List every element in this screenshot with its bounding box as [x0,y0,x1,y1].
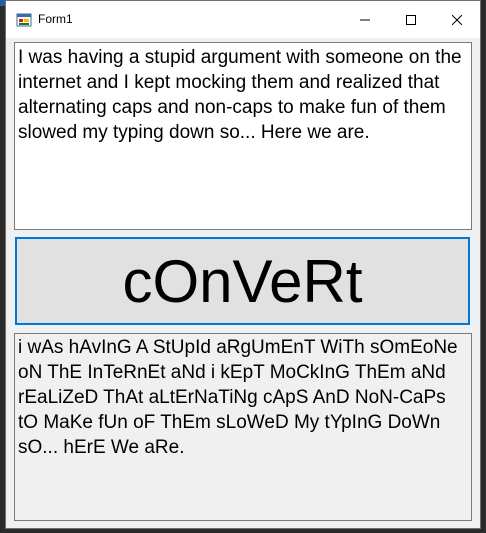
close-icon [452,14,462,25]
minimize-button[interactable] [342,1,388,38]
title-bar[interactable]: Form1 [6,1,480,38]
input-textbox[interactable]: I was having a stupid argument with some… [14,42,472,230]
maximize-icon [406,14,416,25]
minimize-icon [360,19,370,20]
form-app-icon [16,12,32,28]
window-title: Form1 [38,12,73,26]
output-textbox[interactable]: i wAs hAvInG A StUpId aRgUmEnT WiTh sOmE… [14,333,472,521]
close-button[interactable] [434,1,480,38]
convert-button[interactable]: cOnVeRt [15,237,470,325]
maximize-button[interactable] [388,1,434,38]
form-client-area: I was having a stupid argument with some… [6,38,480,528]
form-window: Form1 I was having a stupid argument wit… [5,0,481,529]
